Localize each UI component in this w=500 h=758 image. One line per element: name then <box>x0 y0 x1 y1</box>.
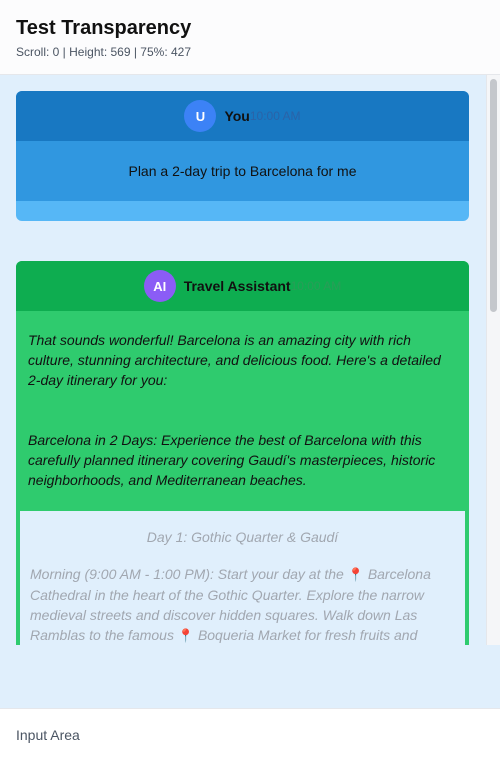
user-message-text: Plan a 2-day trip to Barcelona for me <box>16 141 469 201</box>
assistant-message: AI Travel Assistant 10:00 AM That sounds… <box>16 261 469 661</box>
scrollbar-thumb[interactable] <box>490 79 497 312</box>
input-area-label: Input Area <box>16 727 80 743</box>
itinerary-day-1: Day 1: Gothic Quarter & Gaudí Morning (9… <box>18 511 467 659</box>
day-1-title: Day 1: Gothic Quarter & Gaudí <box>146 529 339 545</box>
user-message-header: U You 10:00 AM <box>16 91 469 141</box>
assistant-message-body: That sounds wonderful! Barcelona is an a… <box>16 311 469 490</box>
assistant-intro-text: That sounds wonderful! Barcelona is an a… <box>28 332 441 388</box>
chat-bottom-overlay <box>0 645 500 708</box>
day-1-morning-text: Morning (9:00 AM - 1:00 PM): Start your … <box>30 566 431 643</box>
assistant-message-header: AI Travel Assistant 10:00 AM <box>16 261 469 311</box>
chat-scroll-content: U You 10:00 AM Plan a 2-day trip to Barc… <box>0 75 486 708</box>
page-title: Test Transparency <box>16 17 192 39</box>
assistant-summary-text: Barcelona in 2 Days: Experience the best… <box>28 432 436 488</box>
assistant-sender-name: Travel Assistant <box>183 278 291 294</box>
chat-scrollbar[interactable] <box>486 75 500 645</box>
input-area[interactable]: Input Area <box>0 708 500 758</box>
assistant-message-time: 10:00 AM <box>290 279 342 293</box>
scroll-stats: Scroll: 0 | Height: 569 | 75%: 427 <box>16 45 192 59</box>
user-sender-name: You <box>224 108 250 124</box>
user-avatar: U <box>184 100 217 132</box>
page-header: Test Transparency Scroll: 0 | Height: 56… <box>0 0 500 75</box>
location-pin-icon: 📍 <box>177 628 195 643</box>
user-message: U You 10:00 AM Plan a 2-day trip to Barc… <box>16 91 469 221</box>
user-message-time: 10:00 AM <box>249 109 301 123</box>
location-pin-icon: 📍 <box>347 567 364 582</box>
chat-area[interactable]: U You 10:00 AM Plan a 2-day trip to Barc… <box>0 75 500 708</box>
assistant-avatar: AI <box>143 270 176 302</box>
